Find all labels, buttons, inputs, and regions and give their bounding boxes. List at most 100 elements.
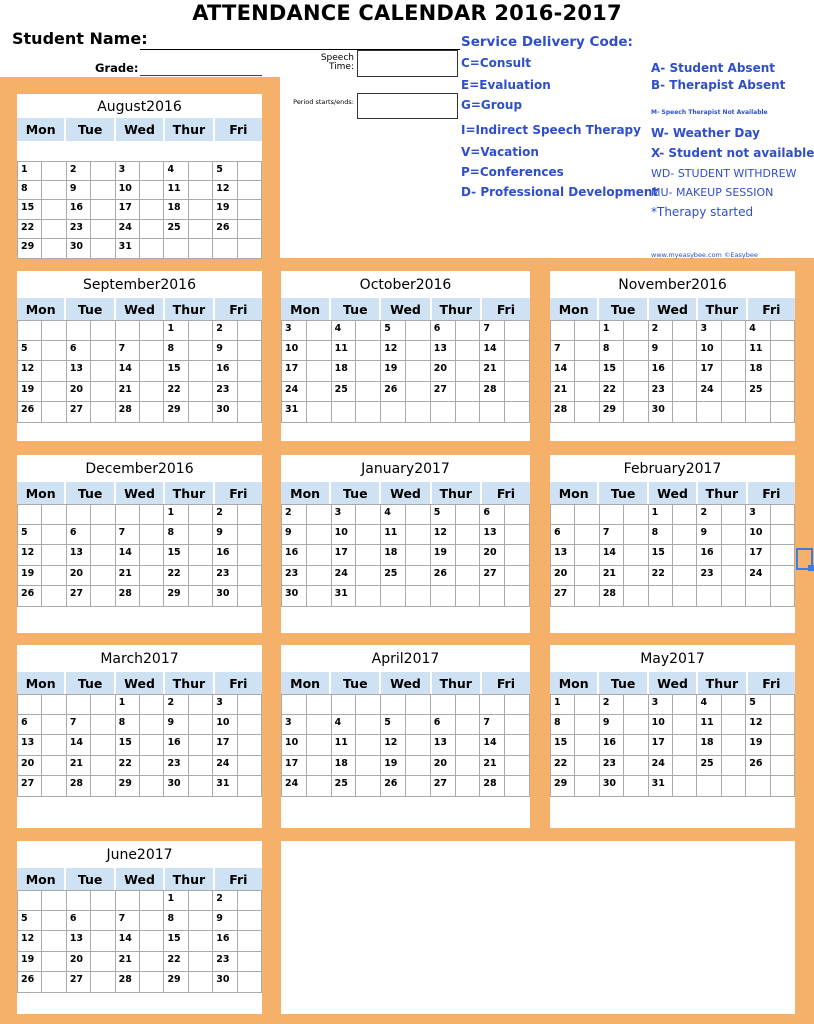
day-number-cell[interactable] — [648, 586, 674, 607]
day-note-cell[interactable] — [237, 320, 263, 341]
day-number-cell[interactable]: 12 — [430, 524, 456, 545]
day-number-cell[interactable] — [430, 402, 456, 423]
day-number-cell[interactable]: 26 — [18, 402, 43, 423]
day-note-cell[interactable] — [188, 239, 214, 259]
day-number-cell[interactable]: 27 — [66, 402, 92, 423]
day-note-cell[interactable] — [42, 735, 67, 756]
day-number-cell[interactable]: 8 — [164, 524, 189, 545]
day-note-cell[interactable] — [455, 586, 481, 607]
day-number-cell[interactable]: 31 — [213, 776, 238, 797]
day-number-cell[interactable]: 4 — [164, 161, 189, 181]
day-note-cell[interactable] — [140, 320, 165, 341]
day-note-cell[interactable] — [188, 381, 214, 402]
day-number-cell[interactable]: 20 — [430, 361, 456, 382]
day-number-cell[interactable] — [551, 320, 576, 341]
day-note-cell[interactable] — [770, 565, 796, 586]
day-number-cell[interactable]: 24 — [697, 381, 722, 402]
day-number-cell[interactable]: 10 — [331, 524, 357, 545]
day-note-cell[interactable] — [770, 776, 796, 797]
day-note-cell[interactable] — [91, 180, 116, 200]
day-note-cell[interactable] — [575, 586, 600, 607]
day-note-cell[interactable] — [140, 361, 165, 382]
day-number-cell[interactable]: 23 — [213, 951, 238, 972]
day-number-cell[interactable]: 13 — [18, 735, 43, 756]
day-number-cell[interactable]: 30 — [648, 402, 674, 423]
day-number-cell[interactable]: 3 — [115, 161, 141, 181]
day-number-cell[interactable]: 24 — [213, 755, 238, 776]
day-note-cell[interactable] — [673, 694, 698, 715]
day-note-cell[interactable] — [721, 361, 747, 382]
day-number-cell[interactable]: 15 — [164, 361, 189, 382]
day-number-cell[interactable]: 1 — [551, 694, 576, 715]
day-number-cell[interactable]: 3 — [648, 694, 674, 715]
day-number-cell[interactable]: 2 — [697, 504, 722, 525]
day-note-cell[interactable] — [356, 504, 382, 525]
day-note-cell[interactable] — [505, 402, 530, 423]
day-note-cell[interactable] — [455, 565, 481, 586]
day-number-cell[interactable]: 20 — [480, 545, 506, 566]
day-number-cell[interactable]: 2 — [282, 504, 307, 525]
day-note-cell[interactable] — [405, 755, 431, 776]
day-note-cell[interactable] — [405, 340, 431, 361]
day-note-cell[interactable] — [188, 402, 214, 423]
day-note-cell[interactable] — [673, 361, 698, 382]
day-number-cell[interactable]: 14 — [115, 931, 141, 952]
day-note-cell[interactable] — [455, 694, 481, 715]
day-note-cell[interactable] — [721, 524, 747, 545]
day-note-cell[interactable] — [770, 524, 796, 545]
day-note-cell[interactable] — [770, 340, 796, 361]
day-note-cell[interactable] — [356, 586, 382, 607]
day-note-cell[interactable] — [356, 714, 382, 735]
day-note-cell[interactable] — [455, 524, 481, 545]
day-note-cell[interactable] — [306, 361, 332, 382]
day-note-cell[interactable] — [91, 714, 116, 735]
day-number-cell[interactable]: 11 — [164, 180, 189, 200]
day-note-cell[interactable] — [91, 219, 116, 239]
day-number-cell[interactable]: 2 — [213, 890, 238, 911]
day-number-cell[interactable] — [66, 890, 92, 911]
day-number-cell[interactable]: 27 — [66, 972, 92, 993]
day-note-cell[interactable] — [237, 755, 263, 776]
day-note-cell[interactable] — [188, 586, 214, 607]
day-number-cell[interactable] — [551, 504, 576, 525]
day-number-cell[interactable]: 17 — [115, 200, 141, 220]
day-number-cell[interactable] — [66, 504, 92, 525]
day-number-cell[interactable]: 30 — [164, 776, 189, 797]
day-note-cell[interactable] — [455, 755, 481, 776]
day-number-cell[interactable]: 17 — [282, 755, 307, 776]
day-note-cell[interactable] — [306, 402, 332, 423]
day-note-cell[interactable] — [42, 694, 67, 715]
day-note-cell[interactable] — [405, 524, 431, 545]
day-number-cell[interactable]: 8 — [164, 910, 189, 931]
day-number-cell[interactable]: 8 — [115, 714, 141, 735]
day-number-cell[interactable]: 2 — [213, 320, 238, 341]
day-note-cell[interactable] — [673, 320, 698, 341]
day-number-cell[interactable]: 11 — [381, 524, 406, 545]
day-note-cell[interactable] — [188, 524, 214, 545]
day-note-cell[interactable] — [306, 755, 332, 776]
day-note-cell[interactable] — [356, 381, 382, 402]
day-number-cell[interactable]: 21 — [599, 565, 625, 586]
day-note-cell[interactable] — [42, 239, 67, 259]
day-note-cell[interactable] — [140, 524, 165, 545]
day-number-cell[interactable]: 17 — [282, 361, 307, 382]
day-number-cell[interactable]: 19 — [381, 755, 406, 776]
day-number-cell[interactable]: 31 — [648, 776, 674, 797]
day-note-cell[interactable] — [237, 972, 263, 993]
day-number-cell[interactable] — [331, 694, 357, 715]
day-note-cell[interactable] — [188, 340, 214, 361]
day-note-cell[interactable] — [91, 890, 116, 911]
day-number-cell[interactable]: 23 — [66, 219, 92, 239]
day-number-cell[interactable] — [746, 402, 771, 423]
day-note-cell[interactable] — [405, 565, 431, 586]
day-number-cell[interactable]: 18 — [381, 545, 406, 566]
day-number-cell[interactable]: 20 — [66, 381, 92, 402]
day-note-cell[interactable] — [91, 565, 116, 586]
day-number-cell[interactable]: 30 — [599, 776, 625, 797]
day-number-cell[interactable]: 4 — [331, 714, 357, 735]
day-note-cell[interactable] — [405, 381, 431, 402]
day-note-cell[interactable] — [306, 545, 332, 566]
day-note-cell[interactable] — [140, 755, 165, 776]
day-number-cell[interactable]: 11 — [331, 735, 357, 756]
day-note-cell[interactable] — [306, 320, 332, 341]
